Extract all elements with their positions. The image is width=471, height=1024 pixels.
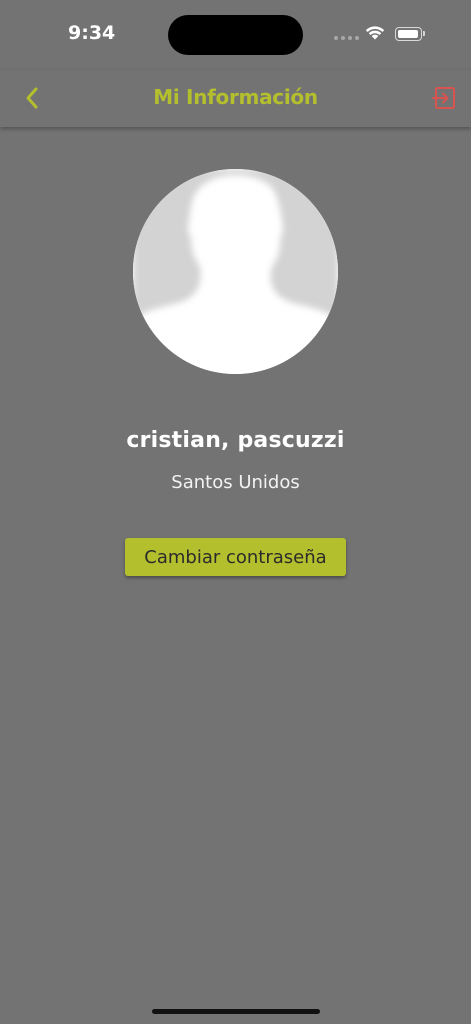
- user-organization: Santos Unidos: [171, 472, 300, 493]
- user-name: cristian, pascuzzi: [126, 428, 345, 453]
- cellular-signal-icon: [334, 36, 359, 40]
- wifi-icon: [364, 24, 386, 45]
- profile-screen: 9:34 Mi Información cristian, pascuzzi S…: [0, 0, 471, 1024]
- avatar: [133, 169, 338, 374]
- logout-button[interactable]: [432, 85, 458, 111]
- home-indicator: [152, 1009, 320, 1014]
- dynamic-island: [168, 15, 303, 55]
- user-silhouette-icon: [133, 169, 338, 374]
- change-password-button[interactable]: Cambiar contraseña: [125, 538, 346, 576]
- status-time: 9:34: [68, 22, 116, 44]
- battery-icon: [395, 27, 425, 41]
- status-bar: 9:34: [0, 0, 471, 70]
- page-title: Mi Información: [153, 85, 318, 109]
- logout-icon: [432, 87, 455, 109]
- nav-bar: Mi Información: [0, 70, 471, 127]
